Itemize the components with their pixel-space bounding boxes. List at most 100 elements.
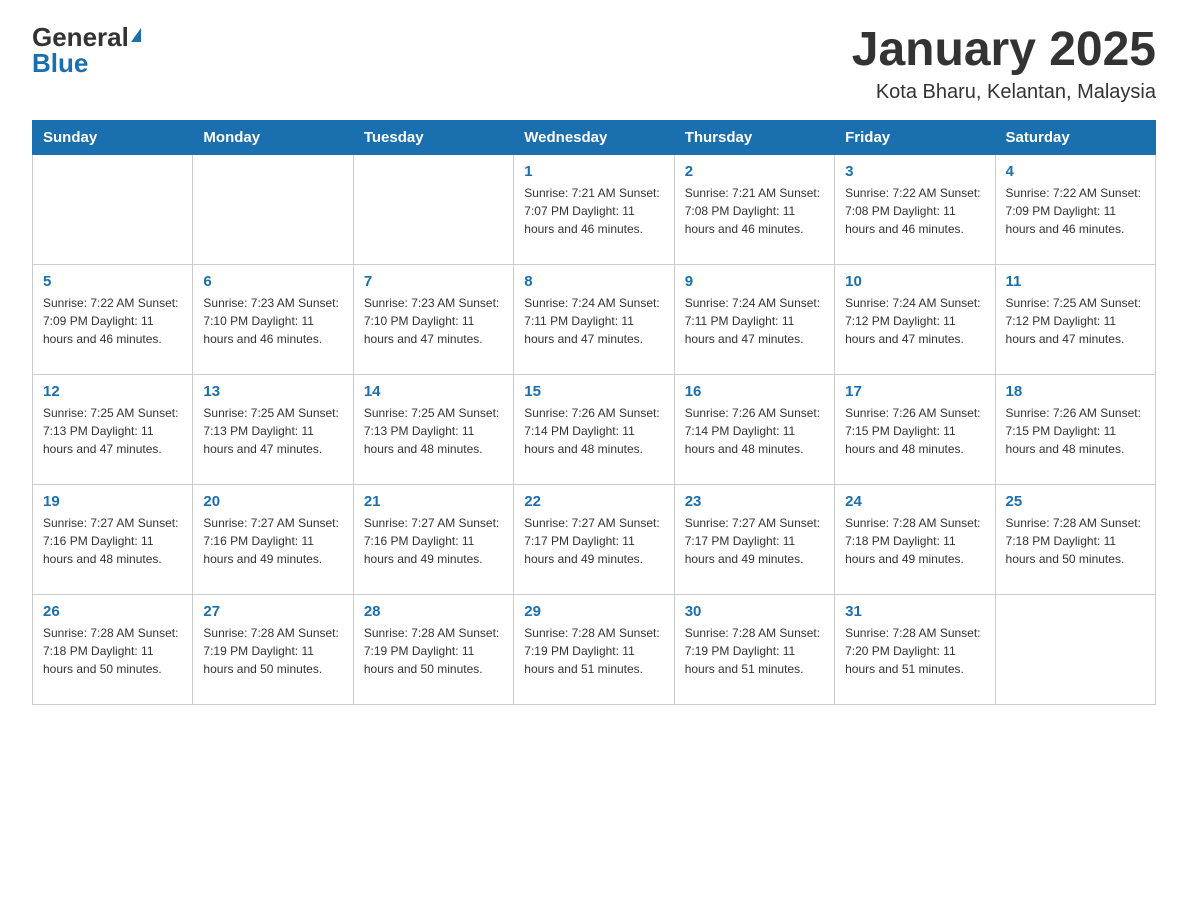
calendar-week-3: 12Sunrise: 7:25 AM Sunset: 7:13 PM Dayli… bbox=[33, 374, 1156, 484]
day-number: 1 bbox=[524, 163, 663, 180]
day-info: Sunrise: 7:21 AM Sunset: 7:07 PM Dayligh… bbox=[524, 184, 663, 238]
calendar-cell: 19 Sunrise: 7:27 AM Sunset: 7:16 PM Dayli… bbox=[33, 484, 193, 594]
day-number: 19 bbox=[43, 493, 182, 510]
logo-triangle-icon bbox=[131, 28, 141, 42]
calendar-cell: 16 Sunrise: 7:26 AM Sunset: 7:14 PM Dayli… bbox=[674, 374, 834, 484]
day-number: 13 bbox=[203, 383, 342, 400]
day-number: 9 bbox=[685, 273, 824, 290]
calendar-cell: 11 Sunrise: 7:25 AM Sunset: 7:12 PM Dayli… bbox=[995, 264, 1155, 374]
day-info: Sunrise: 7:27 AM Sunset: 7:16 PM Dayligh… bbox=[364, 514, 503, 568]
day-number: 14 bbox=[364, 383, 503, 400]
day-number: 25 bbox=[1006, 493, 1145, 510]
day-number: 30 bbox=[685, 603, 824, 620]
day-info: Sunrise: 7:27 AM Sunset: 7:16 PM Dayligh… bbox=[43, 514, 182, 568]
calendar-week-1: 1 Sunrise: 7:21 AM Sunset: 7:07 PM Daylig… bbox=[33, 154, 1156, 264]
header-day-tuesday: Tuesday bbox=[353, 120, 513, 154]
calendar-cell: 1 Sunrise: 7:21 AM Sunset: 7:07 PM Daylig… bbox=[514, 154, 674, 264]
calendar-cell: 8 Sunrise: 7:24 AM Sunset: 7:11 PM Daylig… bbox=[514, 264, 674, 374]
day-number: 27 bbox=[203, 603, 342, 620]
day-info: Sunrise: 7:23 AM Sunset: 7:10 PM Dayligh… bbox=[203, 294, 342, 348]
day-number: 21 bbox=[364, 493, 503, 510]
calendar-body: 1 Sunrise: 7:21 AM Sunset: 7:07 PM Daylig… bbox=[33, 154, 1156, 704]
day-info: Sunrise: 7:27 AM Sunset: 7:17 PM Dayligh… bbox=[685, 514, 824, 568]
calendar-header: SundayMondayTuesdayWednesdayThursdayFrid… bbox=[33, 120, 1156, 154]
month-title: January 2025 bbox=[852, 24, 1156, 77]
day-number: 18 bbox=[1006, 383, 1145, 400]
day-info: Sunrise: 7:26 AM Sunset: 7:15 PM Dayligh… bbox=[845, 404, 984, 458]
calendar-cell: 23 Sunrise: 7:27 AM Sunset: 7:17 PM Dayli… bbox=[674, 484, 834, 594]
logo-blue-text: Blue bbox=[32, 48, 88, 78]
day-info: Sunrise: 7:24 AM Sunset: 7:11 PM Dayligh… bbox=[524, 294, 663, 348]
day-number: 7 bbox=[364, 273, 503, 290]
calendar-cell: 30Sunrise: 7:28 AM Sunset: 7:19 PM Dayli… bbox=[674, 594, 834, 704]
calendar-cell: 10Sunrise: 7:24 AM Sunset: 7:12 PM Dayli… bbox=[835, 264, 995, 374]
calendar-week-2: 5Sunrise: 7:22 AM Sunset: 7:09 PM Daylig… bbox=[33, 264, 1156, 374]
day-number: 11 bbox=[1006, 273, 1145, 290]
calendar-cell: 3Sunrise: 7:22 AM Sunset: 7:08 PM Daylig… bbox=[835, 154, 995, 264]
title-block: January 2025 Kota Bharu, Kelantan, Malay… bbox=[852, 24, 1156, 104]
day-info: Sunrise: 7:25 AM Sunset: 7:13 PM Dayligh… bbox=[43, 404, 182, 458]
calendar-cell: 18Sunrise: 7:26 AM Sunset: 7:15 PM Dayli… bbox=[995, 374, 1155, 484]
calendar-cell: 22Sunrise: 7:27 AM Sunset: 7:17 PM Dayli… bbox=[514, 484, 674, 594]
calendar-table: SundayMondayTuesdayWednesdayThursdayFrid… bbox=[32, 120, 1156, 705]
calendar-cell: 17Sunrise: 7:26 AM Sunset: 7:15 PM Dayli… bbox=[835, 374, 995, 484]
header-day-friday: Friday bbox=[835, 120, 995, 154]
calendar-cell bbox=[193, 154, 353, 264]
day-number: 6 bbox=[203, 273, 342, 290]
calendar-week-4: 19 Sunrise: 7:27 AM Sunset: 7:16 PM Dayli… bbox=[33, 484, 1156, 594]
header-day-thursday: Thursday bbox=[674, 120, 834, 154]
logo: General Blue bbox=[32, 24, 141, 76]
calendar-cell bbox=[33, 154, 193, 264]
calendar-cell: 24Sunrise: 7:28 AM Sunset: 7:18 PM Dayli… bbox=[835, 484, 995, 594]
header-row: SundayMondayTuesdayWednesdayThursdayFrid… bbox=[33, 120, 1156, 154]
calendar-cell: 14 Sunrise: 7:25 AM Sunset: 7:13 PM Dayli… bbox=[353, 374, 513, 484]
calendar-cell: 20Sunrise: 7:27 AM Sunset: 7:16 PM Dayli… bbox=[193, 484, 353, 594]
calendar-cell: 12Sunrise: 7:25 AM Sunset: 7:13 PM Dayli… bbox=[33, 374, 193, 484]
day-number: 8 bbox=[524, 273, 663, 290]
day-number: 28 bbox=[364, 603, 503, 620]
day-number: 29 bbox=[524, 603, 663, 620]
calendar-cell bbox=[353, 154, 513, 264]
day-info: Sunrise: 7:25 AM Sunset: 7:12 PM Dayligh… bbox=[1006, 294, 1145, 348]
header-day-monday: Monday bbox=[193, 120, 353, 154]
day-info: Sunrise: 7:26 AM Sunset: 7:14 PM Dayligh… bbox=[524, 404, 663, 458]
day-info: Sunrise: 7:25 AM Sunset: 7:13 PM Dayligh… bbox=[364, 404, 503, 458]
day-info: Sunrise: 7:22 AM Sunset: 7:09 PM Dayligh… bbox=[43, 294, 182, 348]
calendar-cell: 2Sunrise: 7:21 AM Sunset: 7:08 PM Daylig… bbox=[674, 154, 834, 264]
header-day-sunday: Sunday bbox=[33, 120, 193, 154]
day-info: Sunrise: 7:28 AM Sunset: 7:20 PM Dayligh… bbox=[845, 624, 984, 678]
day-number: 26 bbox=[43, 603, 182, 620]
day-info: Sunrise: 7:25 AM Sunset: 7:13 PM Dayligh… bbox=[203, 404, 342, 458]
day-number: 4 bbox=[1006, 163, 1145, 180]
day-number: 15 bbox=[524, 383, 663, 400]
calendar-cell: 27Sunrise: 7:28 AM Sunset: 7:19 PM Dayli… bbox=[193, 594, 353, 704]
calendar-cell: 15 Sunrise: 7:26 AM Sunset: 7:14 PM Dayli… bbox=[514, 374, 674, 484]
calendar-cell: 5Sunrise: 7:22 AM Sunset: 7:09 PM Daylig… bbox=[33, 264, 193, 374]
calendar-cell: 13 Sunrise: 7:25 AM Sunset: 7:13 PM Dayli… bbox=[193, 374, 353, 484]
day-info: Sunrise: 7:28 AM Sunset: 7:19 PM Dayligh… bbox=[524, 624, 663, 678]
day-info: Sunrise: 7:28 AM Sunset: 7:18 PM Dayligh… bbox=[845, 514, 984, 568]
calendar-cell: 7 Sunrise: 7:23 AM Sunset: 7:10 PM Daylig… bbox=[353, 264, 513, 374]
day-info: Sunrise: 7:23 AM Sunset: 7:10 PM Dayligh… bbox=[364, 294, 503, 348]
calendar-cell: 21 Sunrise: 7:27 AM Sunset: 7:16 PM Dayli… bbox=[353, 484, 513, 594]
day-info: Sunrise: 7:24 AM Sunset: 7:11 PM Dayligh… bbox=[685, 294, 824, 348]
calendar-cell: 31 Sunrise: 7:28 AM Sunset: 7:20 PM Dayli… bbox=[835, 594, 995, 704]
calendar-cell: 4 Sunrise: 7:22 AM Sunset: 7:09 PM Daylig… bbox=[995, 154, 1155, 264]
calendar-week-5: 26 Sunrise: 7:28 AM Sunset: 7:18 PM Dayli… bbox=[33, 594, 1156, 704]
day-number: 16 bbox=[685, 383, 824, 400]
day-number: 23 bbox=[685, 493, 824, 510]
day-info: Sunrise: 7:28 AM Sunset: 7:18 PM Dayligh… bbox=[43, 624, 182, 678]
calendar-cell: 26 Sunrise: 7:28 AM Sunset: 7:18 PM Dayli… bbox=[33, 594, 193, 704]
day-info: Sunrise: 7:28 AM Sunset: 7:18 PM Dayligh… bbox=[1006, 514, 1145, 568]
day-info: Sunrise: 7:22 AM Sunset: 7:09 PM Dayligh… bbox=[1006, 184, 1145, 238]
day-number: 3 bbox=[845, 163, 984, 180]
day-number: 20 bbox=[203, 493, 342, 510]
calendar-cell: 6 Sunrise: 7:23 AM Sunset: 7:10 PM Daylig… bbox=[193, 264, 353, 374]
day-number: 31 bbox=[845, 603, 984, 620]
calendar-cell: 28 Sunrise: 7:28 AM Sunset: 7:19 PM Dayli… bbox=[353, 594, 513, 704]
day-info: Sunrise: 7:28 AM Sunset: 7:19 PM Dayligh… bbox=[364, 624, 503, 678]
day-info: Sunrise: 7:26 AM Sunset: 7:14 PM Dayligh… bbox=[685, 404, 824, 458]
day-info: Sunrise: 7:24 AM Sunset: 7:12 PM Dayligh… bbox=[845, 294, 984, 348]
calendar-cell: 9 Sunrise: 7:24 AM Sunset: 7:11 PM Daylig… bbox=[674, 264, 834, 374]
location-title: Kota Bharu, Kelantan, Malaysia bbox=[852, 81, 1156, 104]
